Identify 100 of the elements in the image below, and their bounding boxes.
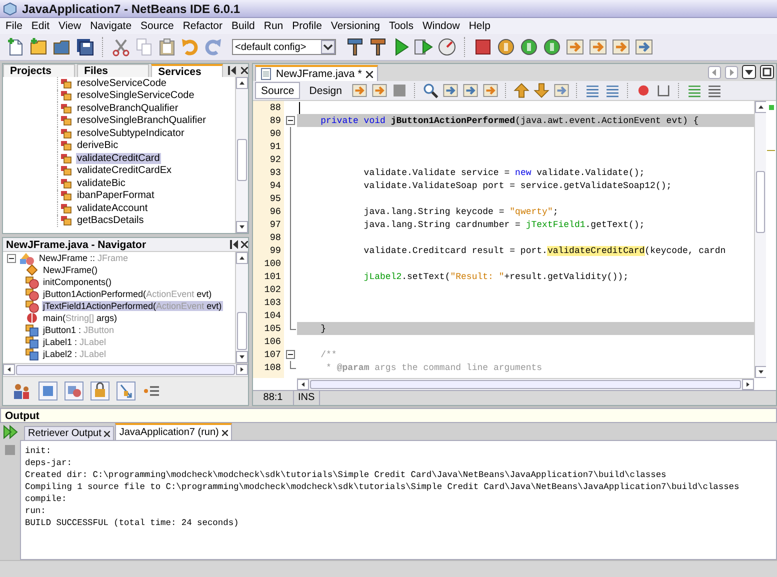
scroll-thumb[interactable] xyxy=(237,312,247,350)
find-previous-icon[interactable] xyxy=(442,82,459,99)
config-dropdown[interactable]: <default config> xyxy=(232,39,336,55)
scrollbar[interactable] xyxy=(297,378,754,390)
menu-item[interactable]: Tools xyxy=(384,20,418,32)
service-item[interactable]: validateBic xyxy=(76,178,126,189)
navigator-item[interactable]: jTextField1ActionPerformed(ActionEvent evt) xyxy=(42,301,223,311)
service-item[interactable]: resolveSubtypeIndicator xyxy=(76,128,186,139)
menu-item[interactable]: File xyxy=(1,20,27,32)
square-icon[interactable] xyxy=(390,82,408,99)
forward-icon[interactable] xyxy=(370,82,388,99)
service-item[interactable]: resolveSingleBranchQualifier xyxy=(76,115,207,126)
scroll-left-button[interactable] xyxy=(3,364,15,375)
fold-icon[interactable] xyxy=(286,116,295,125)
stop-icon[interactable] xyxy=(473,37,493,57)
navigator-item[interactable]: jButton1 : JButton xyxy=(42,325,116,335)
find-next-icon[interactable] xyxy=(462,82,479,99)
minimize-icon[interactable] xyxy=(230,240,238,249)
close-icon[interactable] xyxy=(241,67,248,74)
scroll-down-button[interactable] xyxy=(755,366,767,378)
search-icon[interactable] xyxy=(422,82,439,99)
close-icon[interactable] xyxy=(366,70,373,78)
bookmark-icon[interactable] xyxy=(552,82,570,99)
arrow-up-icon[interactable] xyxy=(512,82,530,99)
service-item[interactable]: resolveBranchQualifier xyxy=(76,102,180,114)
scroll-tabs-right-icon[interactable] xyxy=(725,66,738,79)
scrollbar[interactable] xyxy=(3,363,248,376)
navigator-item[interactable]: initComponents() xyxy=(42,277,113,287)
scroll-thumb[interactable] xyxy=(756,171,765,233)
scroll-right-button[interactable] xyxy=(742,379,754,390)
continue-icon[interactable] xyxy=(519,37,539,57)
lock-icon[interactable] xyxy=(89,381,111,401)
close-icon[interactable] xyxy=(222,430,228,436)
run-to-cursor-icon[interactable] xyxy=(634,37,654,57)
output-tab[interactable]: JavaApplication7 (run) xyxy=(115,423,232,440)
output-tab[interactable]: Retriever Output xyxy=(24,426,114,440)
service-item[interactable]: validateCreditCard xyxy=(76,152,161,164)
editor-tab[interactable]: NewJFrame.java * xyxy=(255,65,378,81)
service-item[interactable]: resolveSingleServiceCode xyxy=(76,90,196,102)
view-tab[interactable]: Design xyxy=(303,82,348,99)
menu-item[interactable]: Edit xyxy=(26,20,54,32)
service-item[interactable]: validateCreditCardEx xyxy=(76,165,172,176)
close-icon[interactable] xyxy=(104,430,110,436)
step-over-icon[interactable] xyxy=(565,37,585,57)
collapse-icon[interactable] xyxy=(7,254,16,262)
maximize-icon[interactable] xyxy=(760,65,774,79)
scrollbar[interactable] xyxy=(235,77,248,233)
navigator-item[interactable]: NewJFrame() xyxy=(42,265,99,275)
paste-icon[interactable] xyxy=(157,37,177,57)
scrollbar[interactable] xyxy=(754,101,766,378)
scroll-up-button[interactable] xyxy=(236,252,248,264)
step-icon[interactable] xyxy=(542,37,562,57)
menu-item[interactable]: Profile xyxy=(288,20,326,32)
scroll-up-button[interactable] xyxy=(236,77,248,89)
scroll-down-button[interactable] xyxy=(236,351,248,363)
field-filter-icon[interactable] xyxy=(37,381,59,401)
service-item[interactable]: ibanPaperFormat xyxy=(76,190,156,202)
profile-icon[interactable] xyxy=(437,37,457,57)
scroll-down-button[interactable] xyxy=(236,221,248,233)
service-item[interactable]: deriveBic xyxy=(76,140,120,152)
arrow-down-icon[interactable] xyxy=(532,82,550,99)
save-icon[interactable] xyxy=(75,37,95,57)
debug-icon[interactable] xyxy=(414,37,434,57)
cut-icon[interactable] xyxy=(111,37,131,57)
navigator-item[interactable]: main(String[] args) xyxy=(42,313,118,323)
navigator-item[interactable]: jButton1ActionPerformed(ActionEvent evt) xyxy=(42,289,213,299)
menu-item[interactable]: Versioning xyxy=(326,20,384,32)
sort-icon[interactable] xyxy=(115,381,137,401)
highlight-icon[interactable] xyxy=(482,82,499,99)
scroll-tabs-left-icon[interactable] xyxy=(708,66,721,79)
menu-item[interactable]: Build xyxy=(227,20,260,32)
static-filter-icon[interactable] xyxy=(63,381,85,401)
close-icon[interactable] xyxy=(241,241,248,248)
step-into-icon[interactable] xyxy=(588,37,608,57)
navigator-item[interactable]: NewJFrame :: JFrame xyxy=(38,253,130,263)
menu-item[interactable]: Refactor xyxy=(178,20,228,32)
menu-item[interactable]: Navigate xyxy=(86,20,136,32)
navigator-item[interactable]: jLabel1 : JLabel xyxy=(42,337,108,347)
clean-build-icon[interactable] xyxy=(368,37,388,57)
scroll-up-button[interactable] xyxy=(755,101,767,113)
service-item[interactable]: resolveServiceCode xyxy=(76,78,168,89)
scroll-left-button[interactable] xyxy=(297,379,309,390)
menu-item[interactable]: Run xyxy=(259,20,288,32)
hammer-icon[interactable] xyxy=(345,37,365,57)
fold-icon[interactable] xyxy=(286,350,295,359)
pause-icon[interactable] xyxy=(496,37,516,57)
scroll-right-button[interactable] xyxy=(236,364,248,375)
new-project-icon[interactable] xyxy=(29,37,49,57)
service-item[interactable]: getBacsDetails xyxy=(76,215,145,226)
scroll-thumb[interactable] xyxy=(237,139,247,181)
panel-tab[interactable]: Services xyxy=(151,64,224,77)
navigator-item[interactable]: jLabel2 : JLabel xyxy=(42,349,108,359)
scrollbar[interactable] xyxy=(235,252,248,363)
menu-item[interactable]: View xyxy=(54,20,86,32)
menu-item[interactable]: Window xyxy=(418,20,464,32)
caret-icon[interactable] xyxy=(321,40,335,54)
panel-tab[interactable]: Files xyxy=(77,64,150,77)
step-out-icon[interactable] xyxy=(611,37,631,57)
panel-tab[interactable]: Projects xyxy=(3,64,76,77)
menu-item[interactable]: Help xyxy=(464,20,495,32)
